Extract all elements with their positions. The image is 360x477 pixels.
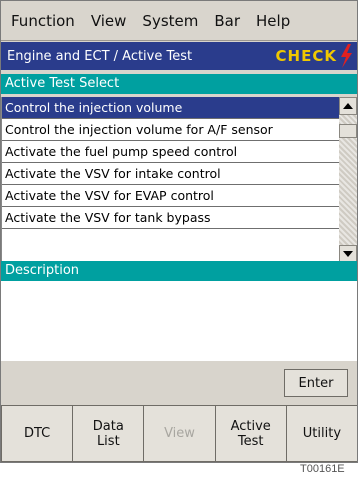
menu-view[interactable]: View — [81, 12, 127, 30]
description-box — [1, 281, 357, 361]
dtc-button[interactable]: DTC — [1, 405, 74, 462]
list-item[interactable]: Activate the VSV for EVAP control — [2, 185, 339, 207]
function-button-bar: DTC Data List View Active Test Utility — [1, 405, 357, 462]
data-list-button[interactable]: Data List — [72, 405, 145, 462]
utility-button[interactable]: Utility — [285, 405, 357, 462]
list-section-header: Active Test Select — [1, 74, 357, 94]
arrow-up-icon — [343, 103, 353, 109]
enter-button[interactable]: Enter — [284, 369, 348, 397]
app-window: Function View System Bar Help Engine and… — [0, 0, 358, 463]
menu-bar: Function View System Bar Help — [1, 1, 357, 41]
arrow-down-icon — [343, 251, 353, 257]
list-item[interactable]: Activate the VSV for tank bypass — [2, 207, 339, 229]
menu-bar-item[interactable]: Bar — [204, 12, 240, 30]
page-title: Engine and ECT / Active Test — [7, 48, 193, 64]
figure-code: T00161E — [300, 463, 345, 475]
view-button: View — [143, 405, 216, 462]
list-item[interactable]: Activate the fuel pump speed control — [2, 141, 339, 163]
vertical-scrollbar[interactable] — [339, 97, 357, 263]
vertical-scroll-thumb[interactable] — [339, 124, 357, 138]
title-bar: Engine and ECT / Active Test CHECK — [1, 42, 357, 70]
check-label: CHECK — [275, 47, 337, 65]
list-item[interactable]: Control the injection volume — [2, 97, 339, 119]
list-item[interactable]: Control the injection volume for A/F sen… — [2, 119, 339, 141]
active-test-button[interactable]: Active Test — [214, 405, 287, 462]
scroll-up-button[interactable] — [339, 97, 357, 115]
menu-system[interactable]: System — [132, 12, 198, 30]
description-header: Description — [1, 261, 357, 281]
list-item[interactable]: Activate the VSV for intake control — [2, 163, 339, 185]
lightning-bolt-icon — [341, 44, 352, 68]
menu-help[interactable]: Help — [246, 12, 290, 30]
active-test-list: Control the injection volume Control the… — [1, 97, 339, 263]
menu-function[interactable]: Function — [1, 12, 75, 30]
